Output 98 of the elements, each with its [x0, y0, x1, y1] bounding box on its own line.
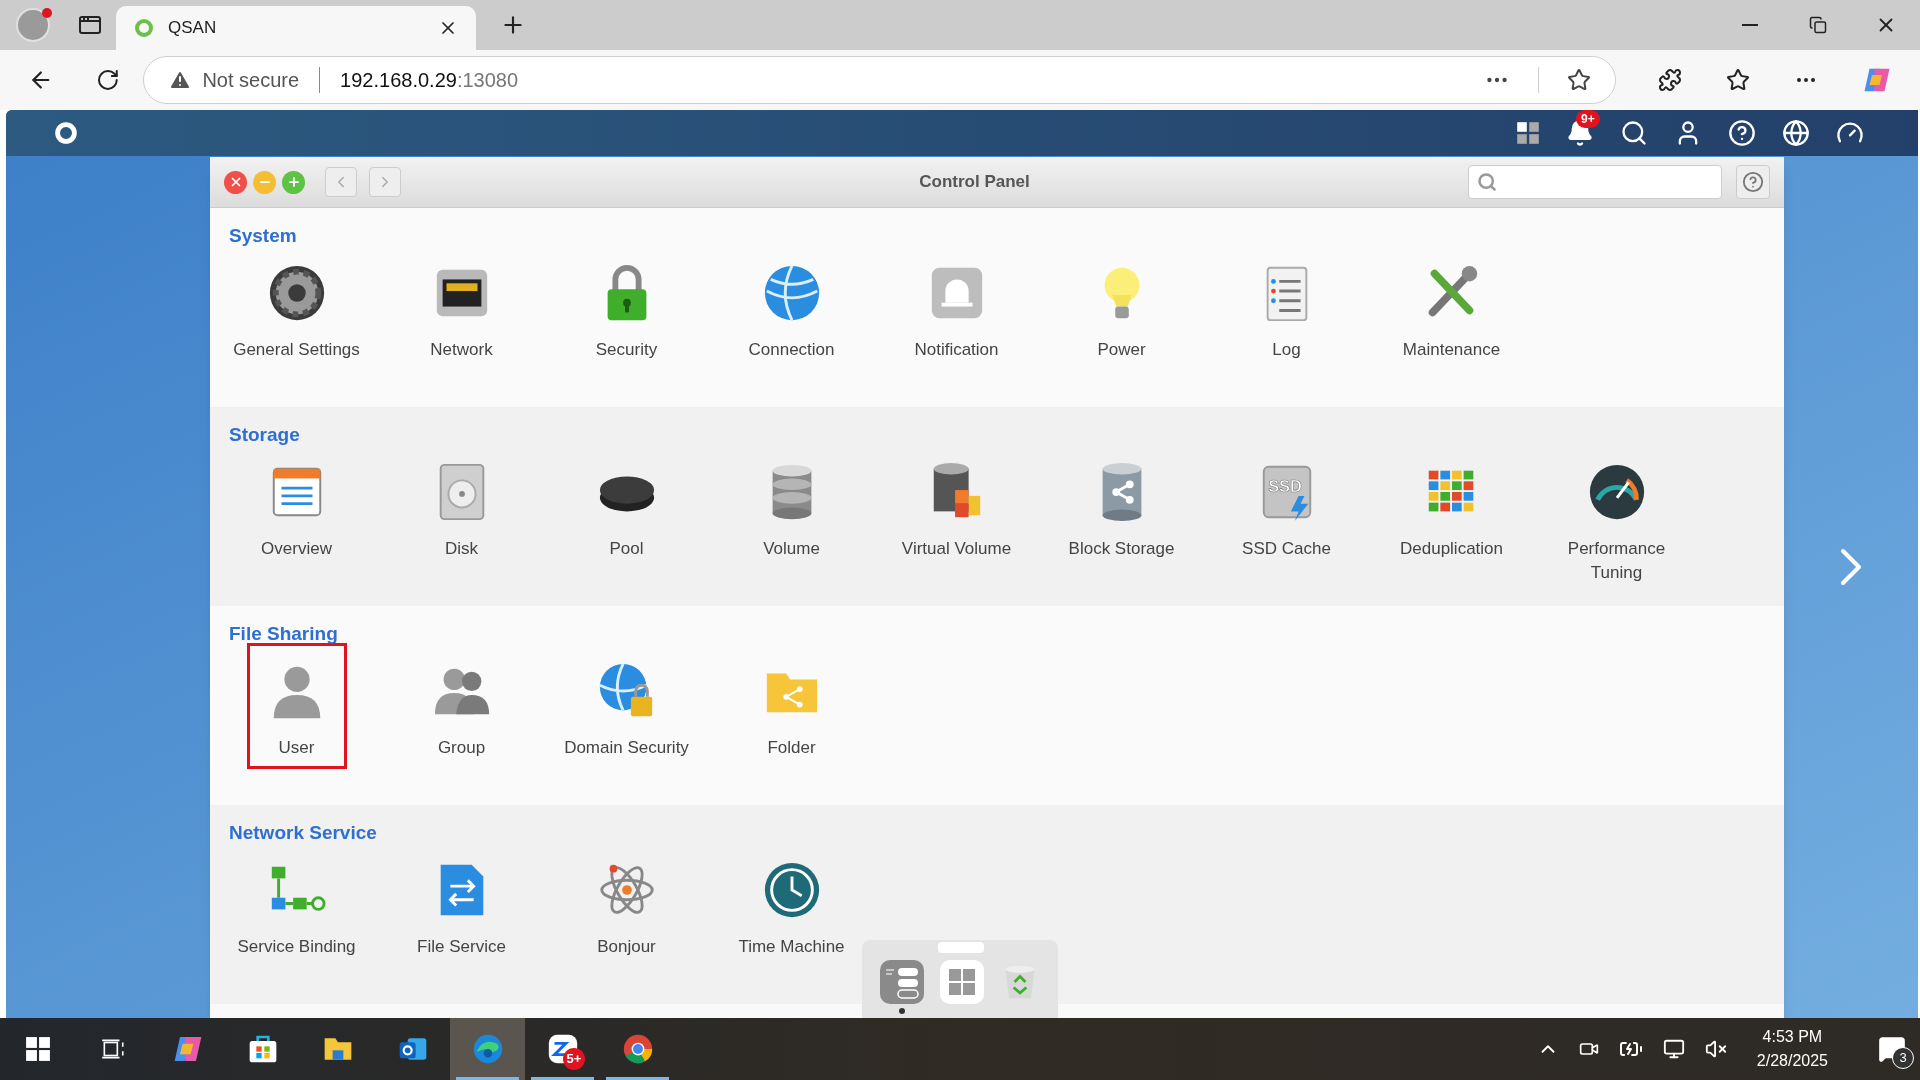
app-badge: 5+	[563, 1048, 585, 1070]
extensions-icon[interactable]	[1658, 68, 1682, 92]
app-logo-icon[interactable]	[54, 121, 78, 145]
control-panel-item[interactable]: Service Binding	[216, 845, 377, 965]
control-panel-item[interactable]: Performance Tuning	[1536, 447, 1697, 591]
item-label: Log	[1272, 339, 1301, 361]
item-label: Domain Security	[564, 737, 689, 759]
control-panel-item[interactable]: Virtual Volume	[876, 447, 1037, 567]
item-label: Power	[1097, 339, 1146, 361]
item-label: Volume	[763, 538, 820, 560]
control-panel-item[interactable]: User	[249, 646, 344, 766]
control-panel-item[interactable]: Block Storage	[1041, 447, 1202, 567]
globe-icon[interactable]	[1782, 119, 1810, 147]
search-field[interactable]	[1468, 165, 1722, 199]
url-text: 192.168.0.29:13080	[340, 68, 519, 93]
profile-avatar[interactable]	[16, 8, 50, 42]
item-label: Block Storage	[1068, 538, 1175, 560]
notification-badge: 9+	[1576, 110, 1600, 128]
control-panel-item[interactable]: Security	[546, 248, 707, 368]
item-label: Performance Tuning	[1566, 538, 1667, 584]
control-panel-item[interactable]: Deduplication	[1371, 447, 1532, 567]
section-heading: Storage	[229, 423, 300, 447]
control-panel-item[interactable]: Power	[1041, 248, 1202, 368]
dock-handle[interactable]	[938, 942, 984, 953]
item-label: User	[278, 737, 315, 759]
running-indicator	[606, 1077, 669, 1080]
apps-grid-icon[interactable]	[1516, 121, 1540, 145]
search-icon[interactable]	[1620, 119, 1648, 147]
clock-time: 4:53 PM	[1762, 1027, 1823, 1047]
item-label: Bonjour	[597, 936, 656, 958]
help-icon	[1742, 171, 1764, 193]
control-panel-item[interactable]: Folder	[711, 646, 872, 766]
item-label: Service Binding	[237, 936, 356, 958]
control-panel-item[interactable]: Pool	[546, 447, 707, 567]
item-label: Group	[437, 737, 486, 759]
control-panel-item[interactable]: SSD SSD Cache	[1206, 447, 1367, 567]
control-panel-item[interactable]: File Service	[381, 845, 542, 965]
clock-date: 2/28/2025	[1756, 1051, 1828, 1071]
security-label: Not secure	[202, 68, 300, 93]
item-label: Virtual Volume	[901, 538, 1012, 560]
help-button[interactable]	[1736, 165, 1770, 199]
taskbar-app[interactable]: 5+	[525, 1018, 600, 1080]
plus-icon	[286, 175, 301, 189]
item-label: Network	[430, 339, 493, 361]
browser-tab[interactable]: QSAN	[116, 6, 476, 50]
control-panel-item[interactable]: Log	[1206, 248, 1367, 368]
control-panel-item[interactable]: Network	[381, 248, 542, 368]
item-label: General Settings	[233, 339, 360, 361]
app-logo-icon	[134, 18, 154, 38]
item-label: Folder	[767, 737, 816, 759]
item-label: File Service	[417, 936, 506, 958]
minimize-icon	[1742, 24, 1758, 26]
close-button[interactable]	[224, 170, 247, 194]
control-panel-item[interactable]: Disk	[381, 447, 542, 567]
control-panel-item[interactable]: Connection	[711, 248, 872, 368]
item-label: Time Machine	[738, 936, 845, 958]
item-label: Notification	[914, 339, 999, 361]
lightning-icon	[1290, 495, 1308, 522]
windows-logo-icon	[24, 1036, 51, 1062]
address-bar[interactable]: Not secure 192.168.0.29:13080	[143, 56, 1616, 104]
control-panel-item[interactable]: General Settings	[216, 248, 377, 368]
item-label: SSD Cache	[1242, 538, 1331, 560]
window-title: Control Panel	[919, 171, 1030, 194]
control-panel-item[interactable]: Group	[381, 646, 542, 766]
favorites-icon[interactable]	[1726, 68, 1750, 92]
control-panel-icon[interactable]	[880, 960, 924, 1004]
item-label: Connection	[748, 339, 835, 361]
running-indicator	[531, 1077, 594, 1080]
refresh-icon[interactable]	[95, 68, 120, 92]
control-panel-item[interactable]: Domain Security	[546, 646, 707, 766]
clock[interactable]: 4:53 PM 2/28/2025	[1746, 1025, 1838, 1073]
running-indicator	[456, 1077, 519, 1080]
section-heading: System	[229, 224, 297, 248]
control-panel-item[interactable]: Time Machine	[711, 845, 872, 965]
item-label: Overview	[261, 538, 332, 560]
network-icon[interactable]	[1662, 1038, 1685, 1060]
ssd-drive-icon	[1262, 465, 1311, 519]
control-panel-item[interactable]: Overview	[216, 447, 377, 567]
item-label: Security	[595, 339, 658, 361]
notification-count: 3	[1892, 1047, 1914, 1069]
restore-icon	[1809, 16, 1827, 34]
item-label: Pool	[609, 538, 644, 560]
mute-icon[interactable]	[1704, 1038, 1727, 1060]
search-icon	[1477, 172, 1497, 192]
icon-label: SSD	[1267, 477, 1302, 495]
item-label: Deduplication	[1400, 538, 1503, 560]
control-panel-item[interactable]: Maintenance	[1371, 248, 1532, 368]
item-label: Disk	[444, 538, 479, 560]
section-heading: Network Service	[229, 821, 377, 845]
tab-title: QSAN	[168, 17, 218, 40]
control-panel-item[interactable]: Notification	[876, 248, 1037, 368]
control-panel-item[interactable]: Bonjour	[546, 845, 707, 965]
item-label: Maintenance	[1402, 339, 1501, 361]
tab-actions-icon[interactable]	[78, 13, 102, 37]
section-heading: File Sharing	[229, 622, 338, 646]
control-panel-item[interactable]: Volume	[711, 447, 872, 567]
help-icon[interactable]	[1728, 119, 1756, 147]
favorite-icon[interactable]	[1567, 68, 1591, 92]
